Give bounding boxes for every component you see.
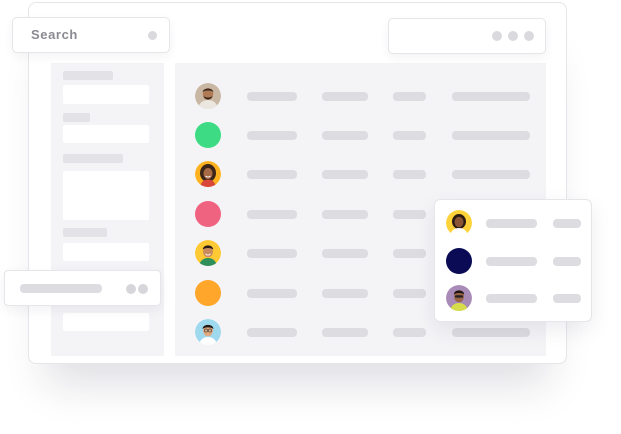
form-field[interactable] <box>63 85 149 104</box>
table-row[interactable] <box>175 83 546 111</box>
form-field[interactable] <box>63 313 149 331</box>
person-avatar-man-blue-bg <box>195 319 221 345</box>
orange-avatar <box>195 280 221 306</box>
navy-avatar <box>446 248 472 274</box>
form-textarea[interactable] <box>63 171 149 220</box>
form-label <box>63 228 107 237</box>
list-item[interactable] <box>435 210 591 236</box>
illustration-stage: Search <box>0 0 621 434</box>
floating-filter-card[interactable] <box>4 270 161 306</box>
form-label <box>63 71 113 80</box>
circle-icon <box>148 31 157 40</box>
form-label <box>63 113 90 122</box>
table-row[interactable] <box>175 161 546 189</box>
more-dots-icon <box>508 31 518 41</box>
search-input[interactable]: Search <box>12 17 170 53</box>
placeholder-bar <box>20 284 102 293</box>
search-label: Search <box>31 27 78 42</box>
toggle-dot-icon <box>138 284 148 294</box>
form-field[interactable] <box>63 125 149 143</box>
header-actions-card[interactable] <box>388 18 546 54</box>
person-avatar-woman-curly-hair <box>195 161 221 187</box>
table-row[interactable] <box>175 319 546 347</box>
sidebar-form <box>51 63 164 356</box>
pink-avatar <box>195 201 221 227</box>
person-avatar-bearded-man <box>195 83 221 109</box>
toggle-dot-icon <box>126 284 136 294</box>
form-field[interactable] <box>63 243 149 261</box>
table-row[interactable] <box>175 122 546 150</box>
more-dots-icon <box>524 31 534 41</box>
person-avatar-man-purple-bg <box>446 285 472 311</box>
form-label <box>63 154 123 163</box>
user-popup-list <box>434 199 592 322</box>
person-avatar-man-yellow-bg <box>195 240 221 266</box>
more-dots-icon <box>492 31 502 41</box>
green-avatar <box>195 122 221 148</box>
list-item[interactable] <box>435 285 591 311</box>
person-avatar-woman-yellow-bg <box>446 210 472 236</box>
list-item[interactable] <box>435 248 591 274</box>
